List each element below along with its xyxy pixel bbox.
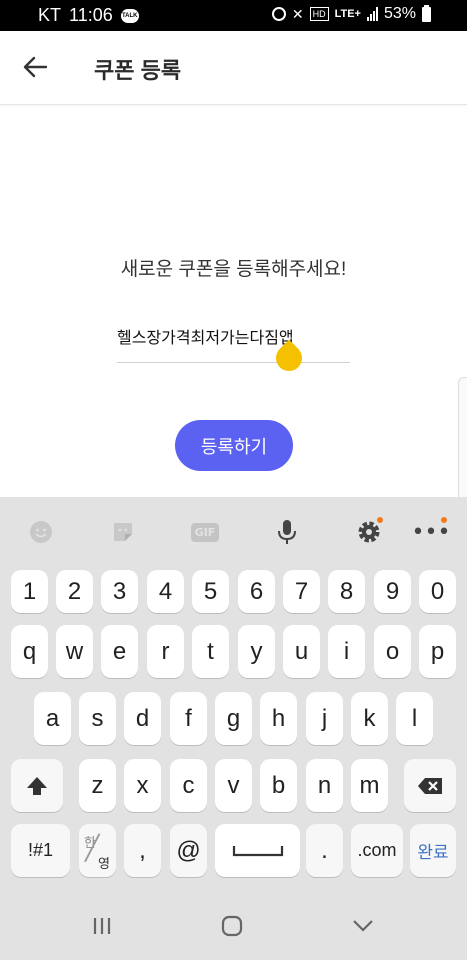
- alarm-icon: [271, 7, 286, 21]
- key-x[interactable]: x: [124, 759, 161, 812]
- key-l[interactable]: l: [396, 692, 433, 745]
- coupon-code-value[interactable]: 헬스장가격최저가는다짐앱: [117, 324, 294, 348]
- key-w[interactable]: w: [56, 625, 93, 678]
- microphone-icon[interactable]: [272, 517, 302, 547]
- key-f[interactable]: f: [170, 692, 207, 745]
- battery-icon: [422, 4, 431, 22]
- key-j[interactable]: j: [306, 692, 343, 745]
- home-icon[interactable]: [221, 915, 243, 941]
- register-button[interactable]: 등록하기: [175, 420, 293, 471]
- backspace-icon: [418, 777, 442, 794]
- gif-label: GIF: [190, 522, 220, 542]
- at-key[interactable]: @: [170, 824, 207, 877]
- key-8[interactable]: 8: [328, 570, 365, 613]
- status-right: ✕ HD LTE+ 53%: [271, 4, 431, 23]
- navigation-bar: [0, 897, 467, 960]
- battery-percent: 53%: [383, 5, 416, 22]
- keyboard: GIF ••• 1 2 3 4 5 6 7 8 9 0 q w e r t y …: [0, 497, 467, 960]
- arrow-left-icon[interactable]: [20, 51, 52, 83]
- key-1[interactable]: 1: [11, 570, 48, 613]
- key-c[interactable]: c: [170, 759, 207, 812]
- talk-icon: TALK: [120, 8, 139, 23]
- network-type: LTE+: [334, 8, 361, 20]
- shift-key[interactable]: [11, 759, 63, 812]
- key-7[interactable]: 7: [283, 570, 320, 613]
- key-s[interactable]: s: [79, 692, 116, 745]
- key-y[interactable]: y: [238, 625, 275, 678]
- key-0[interactable]: 0: [419, 570, 456, 613]
- coupon-prompt: 새로운 쿠폰을 등록해주세요!: [120, 259, 347, 280]
- keyboard-toolbar: GIF •••: [0, 497, 467, 567]
- carrier: KT: [38, 5, 62, 25]
- signal-icon: [366, 7, 378, 21]
- backspace-key[interactable]: [404, 759, 456, 812]
- key-e[interactable]: e: [101, 625, 138, 678]
- page-title: 쿠폰 등록: [94, 58, 182, 83]
- status-bar: KT 11:06 TALK ✕ HD LTE+ 53%: [0, 0, 467, 31]
- app-bar: 쿠폰 등록: [0, 31, 467, 105]
- time: 11:06: [69, 5, 113, 25]
- key-5[interactable]: 5: [192, 570, 229, 613]
- space-key[interactable]: [215, 824, 300, 877]
- key-r[interactable]: r: [147, 625, 184, 678]
- sticker-icon[interactable]: [108, 517, 138, 547]
- key-b[interactable]: b: [260, 759, 297, 812]
- key-n[interactable]: n: [306, 759, 343, 812]
- mute-icon: ✕: [291, 5, 304, 22]
- key-o[interactable]: o: [374, 625, 411, 678]
- key-q[interactable]: q: [11, 625, 48, 678]
- back-chevron-icon[interactable]: [352, 918, 374, 938]
- key-9[interactable]: 9: [374, 570, 411, 613]
- key-g[interactable]: g: [215, 692, 252, 745]
- language-switch-key[interactable]: 한 ╱ 영: [79, 824, 116, 877]
- key-v[interactable]: v: [215, 759, 252, 812]
- status-left: KT 11:06 TALK: [38, 5, 139, 26]
- key-d[interactable]: d: [124, 692, 161, 745]
- more-badge: [441, 517, 447, 523]
- hd-icon: HD: [309, 7, 329, 21]
- emoji-icon[interactable]: [26, 517, 56, 547]
- key-h[interactable]: h: [260, 692, 297, 745]
- coupon-code-input[interactable]: 헬스장가격최저가는다짐앱: [117, 322, 350, 363]
- key-k[interactable]: k: [351, 692, 388, 745]
- lang-english: 영: [98, 856, 110, 871]
- comma-key[interactable]: ,: [124, 824, 161, 877]
- key-z[interactable]: z: [79, 759, 116, 812]
- period-key[interactable]: .: [306, 824, 343, 877]
- dotcom-key[interactable]: .com: [351, 824, 403, 877]
- key-3[interactable]: 3: [101, 570, 138, 613]
- done-key[interactable]: 완료: [410, 824, 456, 877]
- key-p[interactable]: p: [419, 625, 456, 678]
- key-u[interactable]: u: [283, 625, 320, 678]
- key-a[interactable]: a: [34, 692, 71, 745]
- key-6[interactable]: 6: [238, 570, 275, 613]
- key-i[interactable]: i: [328, 625, 365, 678]
- shift-icon: [27, 776, 47, 795]
- key-4[interactable]: 4: [147, 570, 184, 613]
- recent-apps-icon[interactable]: [92, 915, 112, 941]
- key-m[interactable]: m: [351, 759, 388, 812]
- key-t[interactable]: t: [192, 625, 229, 678]
- space-icon: [232, 845, 283, 856]
- symbols-key[interactable]: !#1: [11, 824, 70, 877]
- key-2[interactable]: 2: [56, 570, 93, 613]
- gif-icon[interactable]: GIF: [190, 517, 220, 547]
- settings-badge: [377, 517, 383, 523]
